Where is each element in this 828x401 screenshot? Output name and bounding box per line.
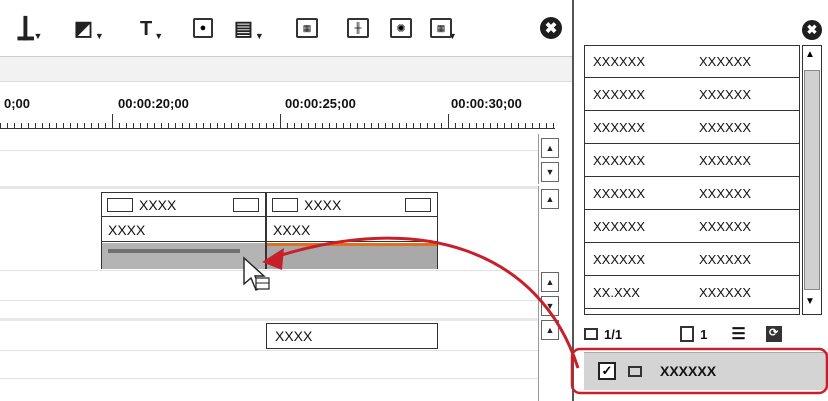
drag-arrow (271, 236, 580, 369)
drag-arrow-head (262, 248, 284, 270)
annotation-overlay (243, 236, 828, 395)
highlight-box (570, 347, 828, 395)
